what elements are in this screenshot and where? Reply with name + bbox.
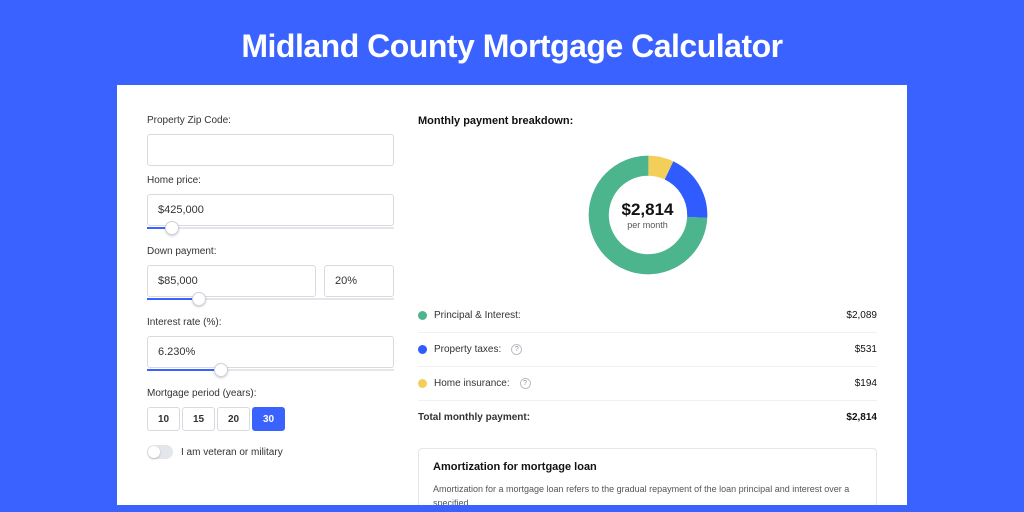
period-btn-15[interactable]: 15	[182, 407, 215, 431]
interest-label: Interest rate (%):	[147, 317, 394, 328]
donut-center-sub: per month	[627, 220, 668, 230]
legend-row-principal: Principal & Interest: $2,089	[418, 299, 877, 333]
period-label: Mortgage period (years):	[147, 388, 394, 399]
donut-chart: $2,814 per month	[583, 150, 713, 280]
zip-label: Property Zip Code:	[147, 115, 394, 126]
legend-val-principal: $2,089	[846, 310, 877, 321]
period-btn-10[interactable]: 10	[147, 407, 180, 431]
info-icon[interactable]: ?	[520, 378, 531, 389]
period-btn-20[interactable]: 20	[217, 407, 250, 431]
legend-val-insurance: $194	[855, 378, 877, 389]
dot-taxes	[418, 345, 427, 354]
down-payment-input[interactable]	[147, 265, 316, 297]
interest-slider[interactable]	[147, 367, 394, 379]
zip-input[interactable]	[147, 134, 394, 166]
legend-row-total: Total monthly payment: $2,814	[418, 401, 877, 434]
legend-label-principal: Principal & Interest:	[434, 310, 521, 321]
veteran-row: I am veteran or military	[147, 445, 394, 459]
legend-label-total: Total monthly payment:	[418, 412, 530, 423]
zip-field: Property Zip Code:	[147, 115, 394, 166]
interest-input[interactable]	[147, 336, 394, 368]
down-payment-label: Down payment:	[147, 246, 394, 257]
legend-label-insurance: Home insurance:	[434, 378, 510, 389]
page-title: Midland County Mortgage Calculator	[117, 0, 907, 85]
legend-val-total: $2,814	[846, 412, 877, 423]
legend-row-taxes: Property taxes: ? $531	[418, 333, 877, 367]
veteran-label: I am veteran or military	[181, 447, 283, 458]
home-price-label: Home price:	[147, 175, 394, 186]
home-price-input[interactable]	[147, 194, 394, 226]
legend: Principal & Interest: $2,089 Property ta…	[418, 299, 877, 434]
home-price-slider[interactable]	[147, 225, 394, 237]
legend-label-taxes: Property taxes:	[434, 344, 501, 355]
legend-row-insurance: Home insurance: ? $194	[418, 367, 877, 401]
calculator-card: Property Zip Code: Home price: Down paym…	[117, 85, 907, 505]
form-column: Property Zip Code: Home price: Down paym…	[147, 115, 394, 495]
dot-insurance	[418, 379, 427, 388]
period-field: Mortgage period (years): 10 15 20 30	[147, 388, 394, 431]
donut-center-value: $2,814	[622, 200, 674, 220]
amortization-title: Amortization for mortgage loan	[433, 461, 862, 473]
home-price-field: Home price:	[147, 175, 394, 237]
breakdown-column: Monthly payment breakdown: $2,814 p	[418, 115, 877, 495]
interest-field: Interest rate (%):	[147, 317, 394, 379]
legend-val-taxes: $531	[855, 344, 877, 355]
period-btn-30[interactable]: 30	[252, 407, 285, 431]
period-options: 10 15 20 30	[147, 407, 394, 431]
down-payment-slider[interactable]	[147, 296, 394, 308]
down-payment-pct-input[interactable]	[324, 265, 394, 297]
veteran-toggle[interactable]	[147, 445, 173, 459]
amortization-box: Amortization for mortgage loan Amortizat…	[418, 448, 877, 505]
amortization-text: Amortization for a mortgage loan refers …	[433, 483, 862, 505]
donut-block: $2,814 per month	[418, 135, 877, 295]
dot-principal	[418, 311, 427, 320]
breakdown-title: Monthly payment breakdown:	[418, 115, 877, 127]
down-payment-field: Down payment:	[147, 246, 394, 308]
info-icon[interactable]: ?	[511, 344, 522, 355]
